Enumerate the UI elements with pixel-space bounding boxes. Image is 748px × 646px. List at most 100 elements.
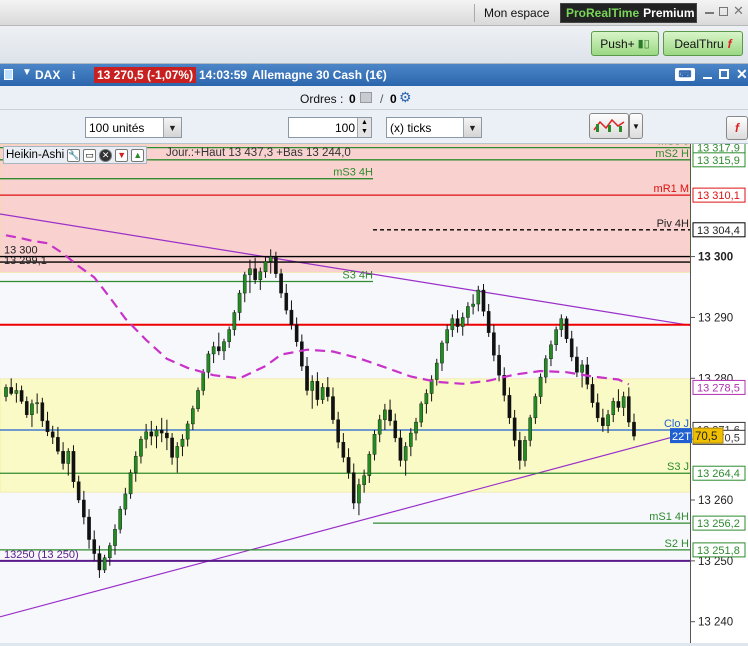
candle-body [476,289,481,305]
candle-body [559,318,564,330]
candle-body [159,429,164,434]
candle-body [460,317,465,327]
candle-body [320,387,325,400]
candle-body [424,393,429,405]
brand-edition: Premium [643,6,695,20]
orders-count-a[interactable]: 0 [349,92,356,106]
quantity-units-value: 100 unités [89,120,145,135]
level-label-12: S2 H [665,538,690,550]
candle-body [133,455,138,473]
candle-body [528,417,532,441]
level-badge-text: 13 251,8 [697,545,740,557]
candle-body [590,384,595,403]
candle-body [357,484,361,504]
level-label-1: mS2 H [655,148,689,160]
candle-body [82,499,86,518]
candle-body [211,346,216,355]
instrument-name[interactable]: DAX [35,68,60,82]
candle-body [56,437,60,452]
stepper-icon[interactable]: ▲ ▼ [357,118,371,137]
separator [474,4,475,22]
level-badge-text: 13 304,4 [697,225,740,237]
dealthru-quick-icon[interactable]: f [726,116,748,140]
orders-separator: / [380,92,384,106]
candle-body [440,342,444,364]
minimize-icon[interactable] [705,12,714,14]
price-chart-canvas: 13 30013 29013 28013 27013 26013 25013 2… [0,136,748,643]
chevron-down-icon: ▼ [163,118,181,137]
candle-body [227,329,231,342]
chevron-down-icon[interactable]: ▼ [22,67,32,78]
orders-count-b[interactable]: 0 [390,92,397,106]
last-price-marker: 22T 70,5 [670,427,724,444]
link-icon[interactable] [4,69,13,80]
candle-body [9,387,13,394]
push-plus-button[interactable]: Push+ ▮▯ [591,31,659,56]
candle-body [611,401,616,415]
quantity-units-select[interactable]: 100 unités ▼ [85,117,182,138]
candle-body [4,387,8,397]
candle-body [279,273,283,294]
orders-book-icon[interactable] [360,92,372,103]
level-badge-text: 13 264,4 [697,468,740,480]
close-indicator-icon[interactable]: ✕ [99,148,113,162]
candle-body [274,256,278,274]
amount-input[interactable]: 100 ▲ ▼ [288,117,372,138]
candle-body [403,446,408,461]
gear-icon[interactable]: ⚙ [399,89,412,106]
ticks-mode-select[interactable]: (x) ticks ▼ [386,117,482,138]
chevron-down-icon: ▼ [463,118,481,137]
candle-body [289,309,294,325]
level-badge-4: 13 304,4 [692,222,746,238]
keyboard-icon[interactable]: ⌨ [675,68,695,81]
wrench-icon[interactable]: 🔧 [67,148,81,162]
candle-body [170,437,174,458]
candle-body [471,303,475,307]
candle-body [367,454,372,476]
candle-body [331,396,335,420]
candle-body [419,403,424,423]
move-up-icon[interactable]: ▲ [131,148,145,162]
level-badge-text: 13 315,9 [697,155,740,167]
candle-body [627,396,631,423]
minimize-icon[interactable] [703,77,712,79]
candle-body [533,396,538,419]
strategy-dropdown-button[interactable]: ▼ [629,113,643,139]
candle-body [87,516,91,540]
info-icon[interactable]: i [72,68,81,82]
candle-body [50,431,55,438]
candle-body [445,329,449,344]
candle-body [621,396,626,408]
move-down-icon[interactable]: ▼ [115,148,129,162]
candle-body [165,432,169,439]
candle-body [351,472,356,504]
candle-body [450,318,455,330]
candle-body [538,376,543,397]
candle-body [76,481,81,501]
candle-body [300,341,304,367]
strategy-icon[interactable] [589,113,629,139]
window-icon[interactable]: ▭ [83,148,97,162]
price-chart[interactable]: 13 30013 29013 28013 27013 26013 25013 2… [0,136,748,643]
close-icon[interactable]: ✕ [733,3,744,19]
candle-body [434,362,439,380]
indicator-name[interactable]: Heikin-Ashi [6,149,64,161]
candle-body [242,274,247,294]
candle-body [30,403,34,415]
brand-name: ProRealTime [566,6,640,20]
ticks-mode-value: (x) ticks [390,120,432,135]
dealthru-button[interactable]: DealThru f [663,31,743,56]
candle-body [383,409,387,420]
close-icon[interactable]: ✕ [736,66,748,83]
level-badge-10: 13 264,4 [692,465,746,481]
candle-body [237,292,242,313]
workspace-menu[interactable]: Mon espace [484,6,549,20]
candle-body [232,312,237,330]
level-label-13: 13250 (13 250) [4,549,79,561]
axis-tick-label: 13 250 [698,556,733,568]
restore-icon[interactable] [719,7,728,16]
candle-body [414,421,418,434]
candle-body [97,553,102,571]
orders-label: Ordres : [300,92,344,106]
maximize-icon[interactable] [719,69,729,79]
